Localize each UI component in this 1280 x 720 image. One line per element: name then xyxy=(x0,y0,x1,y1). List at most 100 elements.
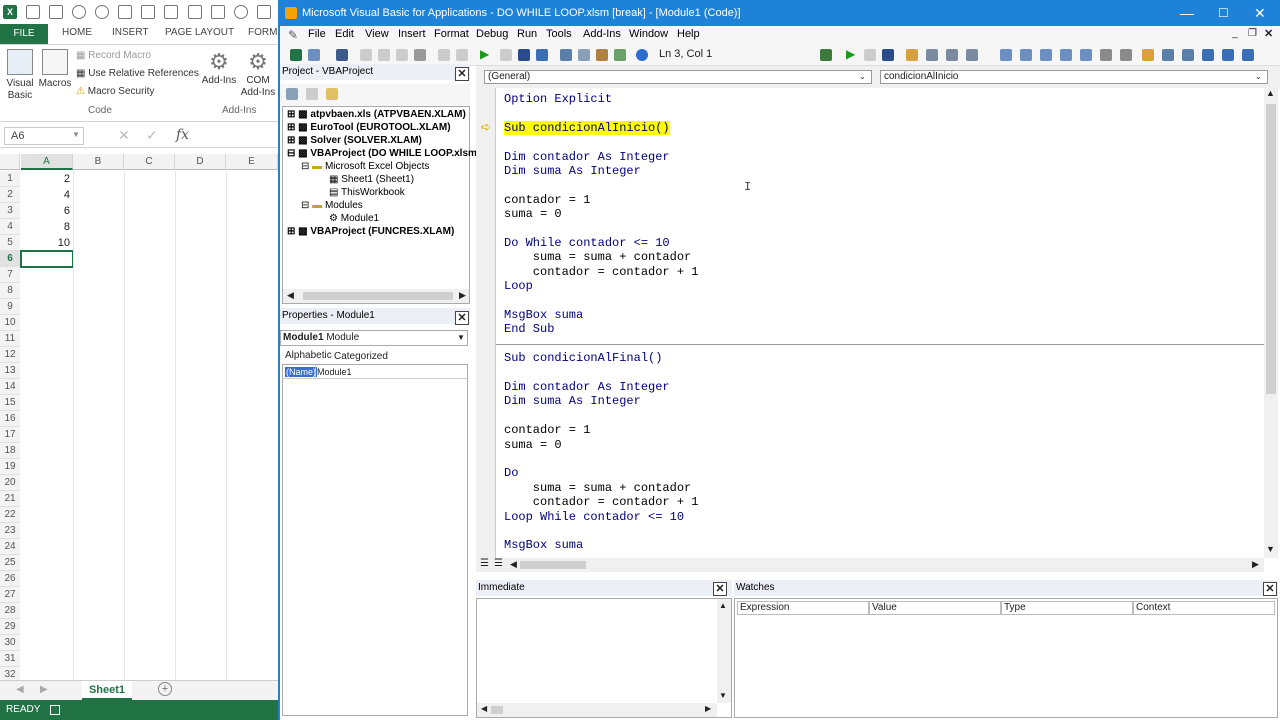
sheet-tab-sheet1[interactable]: Sheet1 xyxy=(82,681,132,700)
run-icon[interactable]: ▶ xyxy=(480,47,489,61)
scroll-down-icon[interactable]: ▼ xyxy=(1266,544,1275,554)
row-header[interactable]: 29 xyxy=(0,619,20,635)
close-icon[interactable]: ✕ xyxy=(455,67,469,81)
scroll-right-icon[interactable]: ▶ xyxy=(1252,559,1259,570)
use-relative-references-button[interactable]: ▦ Use Relative References xyxy=(76,68,199,79)
object-browser-icon[interactable] xyxy=(596,49,608,61)
code-line[interactable]: Dim suma As Integer xyxy=(504,394,641,408)
code-line[interactable]: contador = 1 xyxy=(504,423,590,437)
immediate-window[interactable]: ▲ ▼ ◀ ▶ xyxy=(476,598,732,718)
row-header[interactable]: 28 xyxy=(0,603,20,619)
save-icon[interactable] xyxy=(336,49,348,61)
view-object-icon[interactable] xyxy=(306,88,318,100)
menu-addins[interactable]: Add-Ins xyxy=(583,28,621,40)
tree-node-sheet1[interactable]: ▦ Sheet1 (Sheet1) xyxy=(329,174,414,185)
watch-col-context[interactable]: Context xyxy=(1133,601,1275,615)
column-header-c[interactable]: C xyxy=(124,154,175,170)
code-line[interactable]: contador = contador + 1 xyxy=(504,495,699,509)
menu-insert[interactable]: Insert xyxy=(398,28,426,40)
view-excel-icon[interactable] xyxy=(290,49,302,61)
indent-icon[interactable] xyxy=(1100,49,1112,61)
code-line[interactable]: Dim contador As Integer xyxy=(504,150,670,164)
code-line[interactable]: contador = contador + 1 xyxy=(504,265,699,279)
design-mode-icon[interactable] xyxy=(536,49,548,61)
print-preview-icon[interactable] xyxy=(210,5,225,19)
close-icon[interactable]: ✕ xyxy=(1263,582,1277,596)
row-header[interactable]: 4 xyxy=(0,219,20,235)
row-header[interactable]: 21 xyxy=(0,491,20,507)
menu-edit[interactable]: Edit xyxy=(335,28,354,40)
scroll-left-icon[interactable]: ◀ xyxy=(16,684,24,695)
row-header[interactable]: 10 xyxy=(0,315,20,331)
step-out-icon[interactable] xyxy=(966,49,978,61)
row-header[interactable]: 11 xyxy=(0,331,20,347)
code-line[interactable]: contador = 1 xyxy=(504,193,590,207)
tree-node-funcres[interactable]: ⊞ ▩ VBAProject (FUNCRES.XLAM) xyxy=(287,226,454,237)
code-line[interactable]: Dim suma As Integer xyxy=(504,164,641,178)
row-header[interactable]: 24 xyxy=(0,539,20,555)
outdent-icon[interactable] xyxy=(1120,49,1132,61)
margin-indicator-bar[interactable]: ➪ xyxy=(476,88,496,558)
menu-window[interactable]: Window xyxy=(629,28,668,40)
paste-icon[interactable] xyxy=(396,49,408,61)
search-icon[interactable] xyxy=(233,5,248,19)
watch-col-type[interactable]: Type xyxy=(1001,601,1133,615)
close-icon[interactable]: ✕ xyxy=(1254,0,1266,26)
undo-icon[interactable] xyxy=(72,5,87,19)
new-file-icon[interactable] xyxy=(118,5,133,19)
properties-window-icon[interactable] xyxy=(578,49,590,61)
row-header[interactable]: 17 xyxy=(0,427,20,443)
step-over-icon[interactable] xyxy=(946,49,958,61)
pause-icon[interactable] xyxy=(864,49,876,61)
column-header-e[interactable]: E xyxy=(226,154,278,170)
minimize-icon[interactable]: — xyxy=(1180,0,1194,26)
mdi-minimize-icon[interactable]: _ xyxy=(1232,28,1238,39)
immediate-vscrollbar[interactable]: ▲ ▼ xyxy=(717,599,731,703)
code-hscrollbar[interactable]: ☰ ☰ ◀ ▶ xyxy=(476,558,1264,572)
row-header[interactable]: 9 xyxy=(0,299,20,315)
property-name-value[interactable]: Module1 xyxy=(317,367,352,377)
code-line[interactable]: Option Explicit xyxy=(504,92,612,106)
spreadsheet-grid[interactable]: A B C D E 1 2 3 4 5 6 7 8 9 10 11 12 13 14 15 16 17 18 19 2… xyxy=(0,154,278,683)
comment-block-icon[interactable] xyxy=(1162,49,1174,61)
next-bookmark-icon[interactable] xyxy=(1222,49,1234,61)
immediate-icon[interactable] xyxy=(1020,49,1032,61)
select-all-corner[interactable] xyxy=(0,154,20,170)
code-line-current[interactable]: Sub condicionAlInicio() xyxy=(504,120,670,135)
watches-window[interactable]: Expression Value Type Context xyxy=(734,598,1278,718)
locals-icon[interactable] xyxy=(1000,49,1012,61)
object-combo[interactable]: (General) ⌄ xyxy=(484,70,872,84)
call-stack-icon[interactable] xyxy=(1080,49,1092,61)
toggle-breakpoint-icon[interactable] xyxy=(820,49,832,61)
tree-node-excel-objects[interactable]: ⊟ ▬ Microsoft Excel Objects xyxy=(301,161,429,172)
project-explorer-icon[interactable] xyxy=(560,49,572,61)
watch-icon[interactable] xyxy=(1040,49,1052,61)
macro-security-button[interactable]: ⚠ Macro Security xyxy=(76,86,154,97)
tree-node-solver[interactable]: ⊞ ▩ Solver (SOLVER.XLAM) xyxy=(287,135,422,146)
quick-watch-icon[interactable] xyxy=(1060,49,1072,61)
macro-record-icon[interactable] xyxy=(50,705,60,715)
copy-icon[interactable] xyxy=(378,49,390,61)
com-addins-button[interactable]: ⚙ COM Add-Ins xyxy=(240,49,276,99)
tab-alphabetic[interactable]: Alphabetic xyxy=(285,350,332,361)
chevron-down-icon[interactable]: ▼ xyxy=(457,331,465,345)
row-header[interactable]: 27 xyxy=(0,587,20,603)
redo-icon[interactable] xyxy=(456,49,468,61)
touch-mode-icon[interactable] xyxy=(164,5,179,19)
undo-icon[interactable] xyxy=(438,49,450,61)
code-line[interactable]: Do While contador <= 10 xyxy=(504,236,670,250)
tree-node-thisworkbook[interactable]: ▤ ThisWorkbook xyxy=(329,187,405,198)
cell-a1[interactable]: 2 xyxy=(21,171,73,187)
insert-function-icon[interactable]: fx xyxy=(176,127,189,143)
immediate-hscrollbar[interactable]: ◀ ▶ xyxy=(477,703,717,717)
watch-col-expression[interactable]: Expression xyxy=(737,601,869,615)
code-line[interactable]: Dim contador As Integer xyxy=(504,380,670,394)
code-vscrollbar[interactable]: ▲ ▼ xyxy=(1264,88,1278,558)
active-cell-a6[interactable] xyxy=(20,250,74,268)
tab-categorized[interactable]: Categorized xyxy=(334,351,388,362)
cell-a5[interactable]: 10 xyxy=(21,235,73,251)
row-header[interactable]: 30 xyxy=(0,635,20,651)
scroll-right-icon[interactable]: ▶ xyxy=(459,290,466,301)
code-editor[interactable]: Option Explicit Sub condicionAlInicio() Di… xyxy=(496,88,1264,558)
break-icon[interactable] xyxy=(500,49,512,61)
